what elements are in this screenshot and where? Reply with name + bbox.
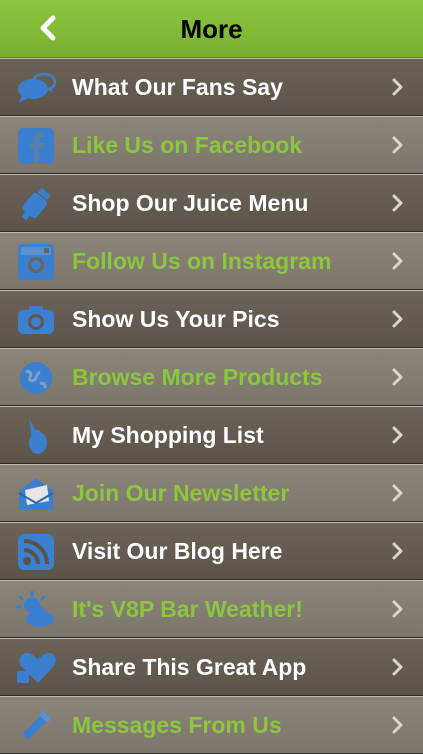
menu-item-label: Join Our Newsletter bbox=[72, 480, 290, 506]
menu-item-label: My Shopping List bbox=[72, 422, 264, 448]
menu-item-weather[interactable]: It's V8P Bar Weather! bbox=[0, 580, 423, 638]
menu-item-label: Like Us on Facebook bbox=[72, 132, 303, 158]
speech-bubbles-icon bbox=[16, 68, 56, 108]
instagram-icon bbox=[16, 242, 56, 282]
menu-item-label: Browse More Products bbox=[72, 364, 323, 390]
menu-item-newsletter[interactable]: Join Our Newsletter bbox=[0, 464, 423, 522]
megaphone-icon bbox=[16, 706, 56, 746]
menu-item-shopping-list[interactable]: My Shopping List bbox=[0, 406, 423, 464]
page-title: More bbox=[180, 14, 243, 44]
menu-item-label: Follow Us on Instagram bbox=[72, 248, 332, 274]
shopping-list-icon bbox=[16, 416, 56, 456]
menu-item-label: Messages From Us bbox=[72, 712, 282, 738]
camera-icon bbox=[16, 300, 56, 340]
chevron-right-icon bbox=[392, 194, 403, 212]
menu-item-messages[interactable]: Messages From Us bbox=[0, 696, 423, 754]
chevron-right-icon bbox=[392, 426, 403, 444]
chevron-right-icon bbox=[392, 600, 403, 618]
juice-bottle-icon bbox=[16, 184, 56, 224]
chevron-right-icon bbox=[392, 716, 403, 734]
menu-item-share[interactable]: Share This Great App bbox=[0, 638, 423, 696]
nav-bar: More bbox=[0, 0, 423, 58]
chevron-right-icon bbox=[392, 484, 403, 502]
globe-icon bbox=[16, 358, 56, 398]
chevron-right-icon bbox=[392, 368, 403, 386]
menu-item-juice-menu[interactable]: Shop Our Juice Menu bbox=[0, 174, 423, 232]
chevron-right-icon bbox=[392, 252, 403, 270]
chevron-right-icon bbox=[392, 136, 403, 154]
heart-share-icon bbox=[16, 648, 56, 688]
menu-item-products[interactable]: Browse More Products bbox=[0, 348, 423, 406]
menu-item-label: Shop Our Juice Menu bbox=[72, 190, 309, 216]
menu-item-label: Visit Our Blog Here bbox=[72, 538, 283, 564]
menu-item-blog[interactable]: Visit Our Blog Here bbox=[0, 522, 423, 580]
chevron-right-icon bbox=[392, 542, 403, 560]
menu-item-instagram[interactable]: Follow Us on Instagram bbox=[0, 232, 423, 290]
chevron-right-icon bbox=[392, 78, 403, 96]
menu-item-fans-say[interactable]: What Our Fans Say bbox=[0, 58, 423, 116]
chevron-right-icon bbox=[392, 658, 403, 676]
chevron-right-icon bbox=[392, 310, 403, 328]
menu-item-label: Share This Great App bbox=[72, 654, 307, 680]
facebook-icon bbox=[16, 126, 56, 166]
menu-item-facebook[interactable]: Like Us on Facebook bbox=[0, 116, 423, 174]
envelope-icon bbox=[16, 474, 56, 514]
rss-icon bbox=[16, 532, 56, 572]
menu-item-pics[interactable]: Show Us Your Pics bbox=[0, 290, 423, 348]
menu-item-label: Show Us Your Pics bbox=[72, 306, 280, 332]
menu-item-label: What Our Fans Say bbox=[72, 74, 283, 100]
weather-icon bbox=[16, 590, 56, 630]
menu-item-label: It's V8P Bar Weather! bbox=[72, 596, 303, 622]
menu-list: What Our Fans Say Like Us on Facebook Sh… bbox=[0, 58, 423, 754]
